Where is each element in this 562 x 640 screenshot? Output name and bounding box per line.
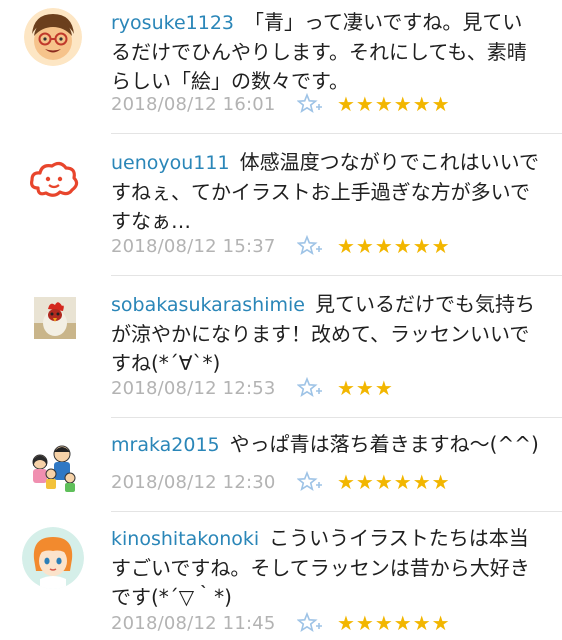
avatar[interactable]	[22, 527, 84, 589]
star-rating: ★★★	[337, 376, 394, 400]
comment-meta: 2018/08/12 12:30 ★★★★★★	[111, 469, 451, 495]
avatar[interactable]	[34, 297, 76, 339]
username-link[interactable]: ryosuke1123	[111, 12, 234, 34]
username-link[interactable]: sobakasukarashimie	[111, 294, 305, 316]
timestamp: 2018/08/12 11:45	[111, 612, 276, 634]
divider	[111, 275, 562, 276]
divider	[111, 133, 562, 134]
divider	[111, 511, 562, 512]
avatar[interactable]	[24, 8, 82, 66]
avatar[interactable]	[24, 438, 82, 496]
comment-meta: 2018/08/12 16:01 ★★★★★★	[111, 91, 451, 117]
comment-body: やっぱ青は落ち着きますね〜(^^)	[229, 432, 539, 456]
family-illustration-icon	[24, 438, 82, 496]
orange-hair-girl-icon	[22, 527, 84, 589]
comment-text: sobakasukarashimie 見ているだけでも気持ちが涼やかになります！改…	[111, 290, 541, 378]
comment-text: mraka2015 やっぱ青は落ち着きますね〜(^^)	[111, 430, 541, 460]
comment-meta: 2018/08/12 11:45 ★★★★★★	[111, 610, 451, 636]
add-favorite-star-icon[interactable]	[297, 235, 323, 257]
chicken-photo-icon	[34, 297, 76, 339]
comment-text: kinoshitakonoki こういうイラストたちは本当すごいですね。そしてラッ…	[111, 524, 541, 612]
star-rating: ★★★★★★	[337, 470, 451, 494]
comment-meta: 2018/08/12 12:53 ★★★	[111, 375, 394, 401]
comment-text: uenoyou111 体感温度つながりでこれはいいですねぇ、てかイラストお上手過ぎ…	[111, 148, 541, 236]
star-rating: ★★★★★★	[337, 92, 451, 116]
comment-text: ryosuke1123 「青」って凄いですね。見ているだけでひんやりします。それに…	[111, 8, 541, 96]
avatar[interactable]	[24, 152, 82, 210]
cloud-face-icon	[24, 152, 82, 210]
username-link[interactable]: uenoyou111	[111, 152, 230, 174]
timestamp: 2018/08/12 16:01	[111, 93, 276, 115]
divider	[111, 417, 562, 418]
star-rating: ★★★★★★	[337, 611, 451, 635]
smiling-man-glasses-icon	[24, 8, 82, 66]
username-link[interactable]: kinoshitakonoki	[111, 528, 259, 550]
username-link[interactable]: mraka2015	[111, 434, 220, 456]
timestamp: 2018/08/12 12:30	[111, 471, 276, 493]
timestamp: 2018/08/12 12:53	[111, 377, 276, 399]
add-favorite-star-icon[interactable]	[297, 93, 323, 115]
add-favorite-star-icon[interactable]	[297, 471, 323, 493]
add-favorite-star-icon[interactable]	[297, 612, 323, 634]
comment-meta: 2018/08/12 15:37 ★★★★★★	[111, 233, 451, 259]
add-favorite-star-icon[interactable]	[297, 377, 323, 399]
star-rating: ★★★★★★	[337, 234, 451, 258]
timestamp: 2018/08/12 15:37	[111, 235, 276, 257]
